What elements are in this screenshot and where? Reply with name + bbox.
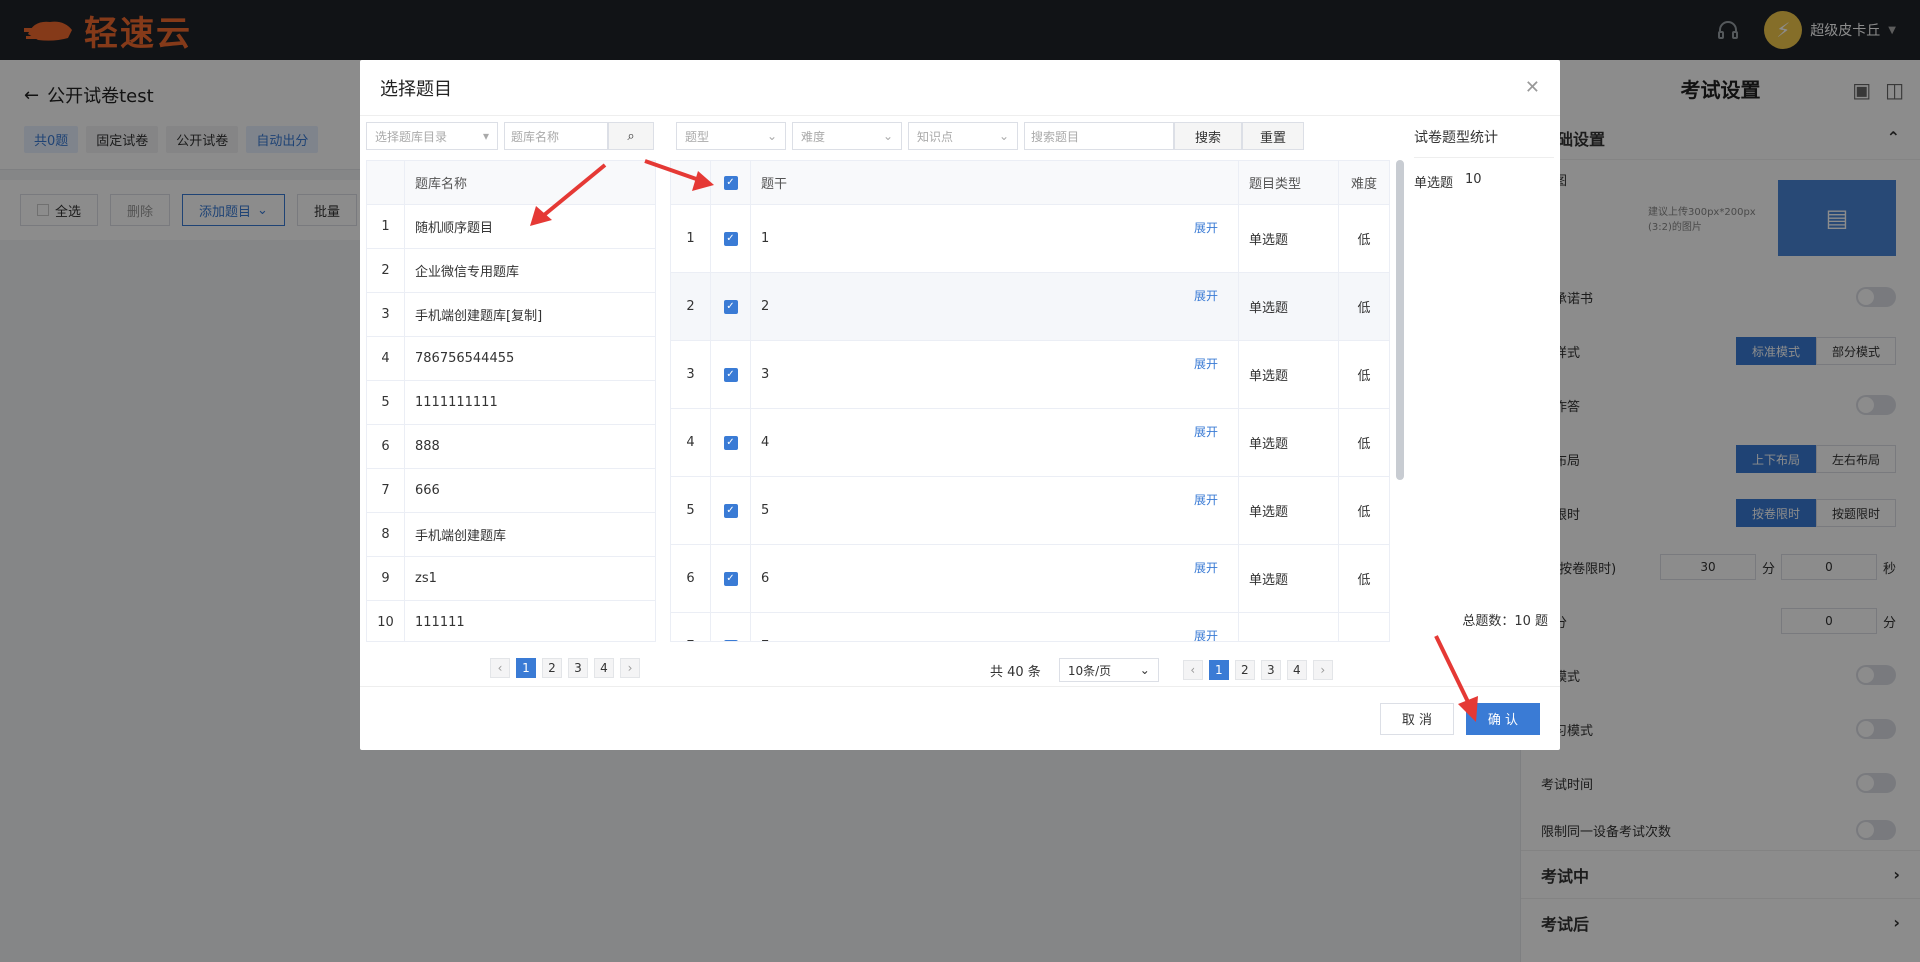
question-checkbox[interactable]: ✓ (723, 571, 738, 586)
question-row[interactable]: 1 ✓ 1 展开 单选题 低 (671, 205, 1389, 273)
question-row[interactable]: 7 ✓ 7展开 单选题 低 (671, 613, 1389, 641)
prev-page-icon[interactable]: ‹ (490, 658, 510, 678)
expand-link[interactable]: 展开 (1194, 627, 1218, 641)
bank-row[interactable]: 5 1111111111 (367, 381, 655, 425)
prev-page-icon[interactable]: ‹ (1182, 660, 1203, 680)
stats-title: 试卷题型统计 (1414, 116, 1554, 158)
modal-header: 选择题目 ✕ (360, 60, 1560, 116)
question-search-input[interactable]: 搜索题目 (1024, 122, 1174, 150)
expand-link[interactable]: 展开 (1194, 219, 1218, 236)
bank-pagination: ‹ 1 2 3 4 › (490, 658, 640, 678)
question-row[interactable]: 6 ✓ 6 展开 单选题 低 (671, 545, 1389, 613)
type-select[interactable]: 题型 ⌄ (676, 122, 786, 150)
close-icon[interactable]: ✕ (1525, 77, 1540, 98)
bank-row[interactable]: 9 zs1 (367, 557, 655, 601)
question-table-header: ✓ 题干 题目类型 难度 (671, 161, 1389, 205)
page-3[interactable]: 3 (568, 658, 588, 678)
total-count: 共 40 条 (990, 664, 1041, 680)
select-all-questions-checkbox[interactable]: ✓ (723, 175, 738, 190)
chevron-down-icon: ⌄ (766, 129, 777, 143)
expand-link[interactable]: 展开 (1194, 287, 1218, 304)
bank-row[interactable]: 8 手机端创建题库 (367, 513, 655, 557)
chevron-down-icon: ⌄ (998, 129, 1009, 143)
type-stats: 试卷题型统计 单选题 10 总题数：10 题 (1414, 116, 1554, 686)
annotation-arrow-icon (530, 163, 607, 226)
chevron-down-icon: ⌄ (882, 129, 893, 143)
question-row[interactable]: 4 ✓ 4 展开 单选题 低 (671, 409, 1389, 477)
search-button[interactable]: 搜索 (1174, 122, 1242, 150)
bank-table-header: 题库名称 (367, 161, 655, 205)
stats-row: 单选题 10 (1414, 172, 1482, 191)
bank-row[interactable]: 1 随机顺序题目 (367, 205, 655, 249)
bank-row[interactable]: 2 企业微信专用题库 (367, 249, 655, 293)
question-checkbox[interactable]: ✓ (723, 299, 738, 314)
question-row[interactable]: 5 ✓ 5 展开 单选题 低 (671, 477, 1389, 545)
expand-link[interactable]: 展开 (1194, 559, 1218, 576)
expand-link[interactable]: 展开 (1194, 491, 1218, 508)
knowledge-select[interactable]: 知识点 ⌄ (908, 122, 1018, 150)
page-4[interactable]: 4 (1286, 660, 1307, 680)
question-checkbox[interactable]: ✓ (723, 231, 738, 246)
reset-button[interactable]: 重置 (1242, 122, 1304, 150)
page-4[interactable]: 4 (594, 658, 614, 678)
page-1[interactable]: 1 (1208, 660, 1229, 680)
question-checkbox[interactable]: ✓ (723, 503, 738, 518)
modal-footer: 取 消 确 认 (360, 686, 1560, 750)
expand-link[interactable]: 展开 (1194, 423, 1218, 440)
question-checkbox[interactable]: ✓ (723, 639, 738, 641)
question-checkbox[interactable]: ✓ (723, 435, 738, 450)
bank-dir-select[interactable]: 选择题库目录 ▾ (366, 122, 498, 150)
question-checkbox[interactable]: ✓ (723, 367, 738, 382)
question-scrollbar[interactable] (1396, 160, 1404, 480)
next-page-icon[interactable]: › (620, 658, 640, 678)
difficulty-select[interactable]: 难度 ⌄ (792, 122, 902, 150)
stats-total: 总题数：10 题 (1462, 614, 1548, 629)
question-pagination: 共 40 条 10条/页 ⌄ ‹ 1 2 3 4 › (990, 658, 1333, 682)
question-table: ✓ 题干 题目类型 难度 1 ✓ 1 展开 单选题 低 2 ✓ 2 展开 单选题 低… (670, 160, 1390, 642)
bank-row[interactable]: 3 手机端创建题库[复制] (367, 293, 655, 337)
caret-down-icon: ▾ (482, 129, 489, 143)
filter-bar: 选择题库目录 ▾ 题库名称 ⌕ 题型 ⌄ 难度 ⌄ 知识点 ⌄ 搜索题目 搜索 重置 (366, 122, 1304, 150)
bank-search-button[interactable]: ⌕ (608, 122, 654, 150)
search-icon: ⌕ (627, 128, 635, 144)
bank-table: 题库名称 1 随机顺序题目 2 企业微信专用题库 3 手机端创建题库[复制] 4 786… (366, 160, 656, 642)
bank-row[interactable]: 7 666 (367, 469, 655, 513)
page-3[interactable]: 3 (1260, 660, 1281, 680)
page-size-select[interactable]: 10条/页 ⌄ (1058, 658, 1159, 682)
page-2[interactable]: 2 (542, 658, 562, 678)
next-page-icon[interactable]: › (1312, 660, 1333, 680)
bank-row[interactable]: 4 786756544455 (367, 337, 655, 381)
page-1[interactable]: 1 (516, 658, 536, 678)
question-row[interactable]: 2 ✓ 2 展开 单选题 低 (671, 273, 1389, 341)
annotation-arrow-icon (1434, 635, 1478, 722)
bank-name-input[interactable]: 题库名称 (504, 122, 608, 150)
bank-row[interactable]: 10 111111 (367, 601, 655, 641)
chevron-down-icon: ⌄ (1139, 663, 1150, 677)
page-2[interactable]: 2 (1234, 660, 1255, 680)
bank-row[interactable]: 6 888 (367, 425, 655, 469)
expand-link[interactable]: 展开 (1194, 355, 1218, 372)
annotation-arrow-icon (644, 159, 714, 191)
modal-title: 选择题目 (380, 78, 452, 100)
question-row[interactable]: 3 ✓ 3 展开 单选题 低 (671, 341, 1389, 409)
